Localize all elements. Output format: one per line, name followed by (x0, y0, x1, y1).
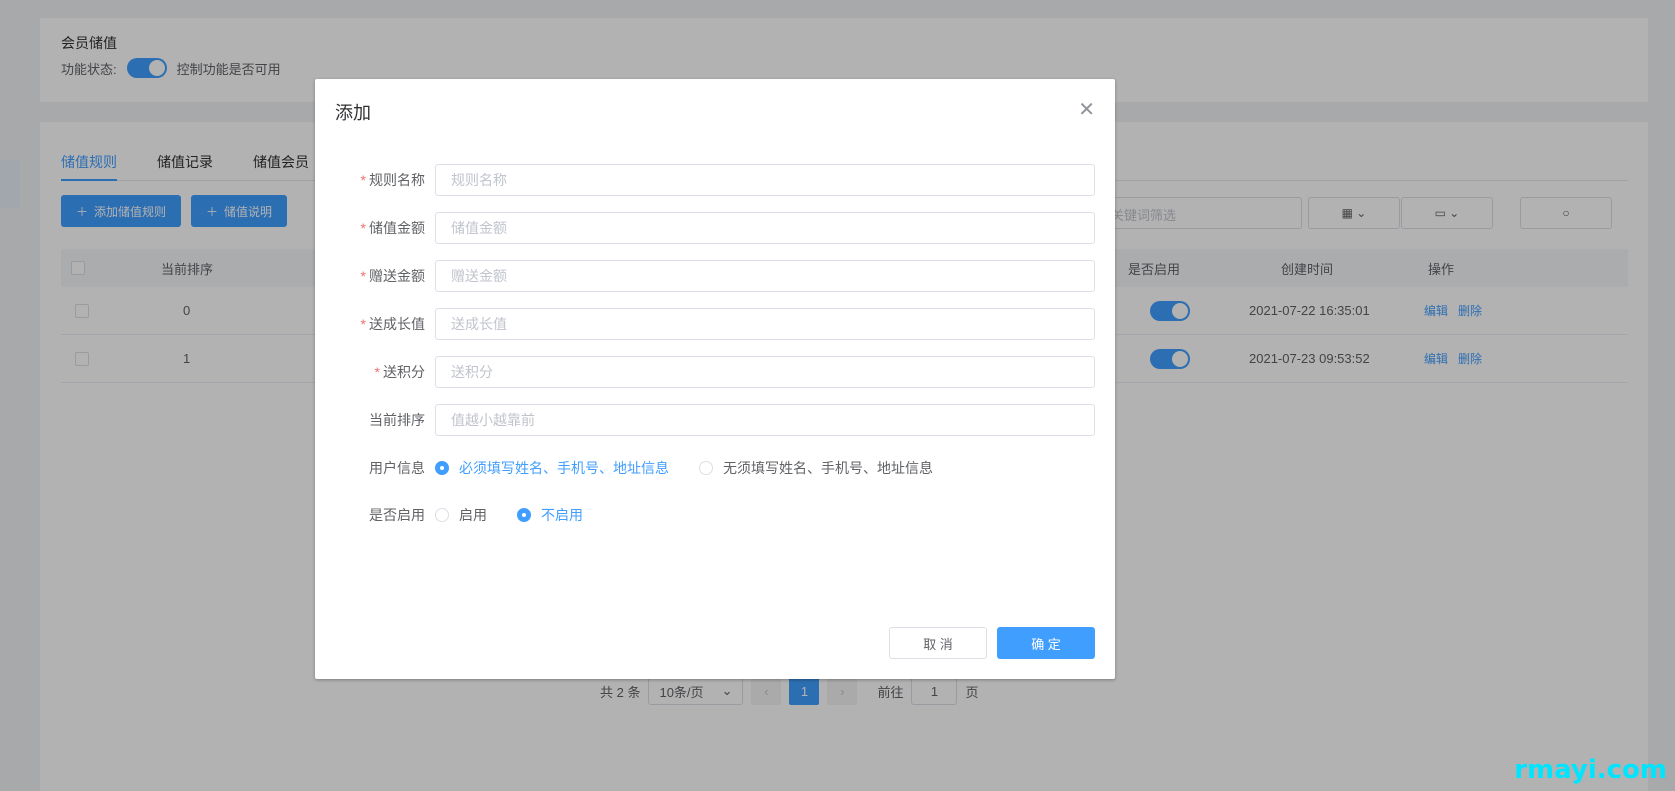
enabled-off-radio[interactable]: 不启用 (517, 505, 583, 525)
form-item-sort: 当前排序 (315, 404, 1115, 436)
user-info-required-radio[interactable]: 必须填写姓名、手机号、地址信息 (435, 458, 669, 478)
recharge-amount-label: * 储值金额 (360, 220, 425, 236)
form-item-points: * 送积分 (315, 356, 1115, 388)
radio-label: 不启用 (541, 507, 583, 523)
growth-value-label: * 送成长值 (360, 316, 425, 332)
required-mark: * (360, 268, 366, 284)
sort-label: 当前排序 (369, 412, 425, 428)
dialog-footer: 取 消 确 定 (889, 627, 1095, 659)
user-info-label: 用户信息 (369, 460, 425, 476)
user-info-radio-group: 必须填写姓名、手机号、地址信息 无须填写姓名、手机号、地址信息 (435, 452, 963, 484)
required-mark: * (374, 364, 380, 380)
radio-label: 无须填写姓名、手机号、地址信息 (723, 460, 933, 476)
user-info-optional-radio[interactable]: 无须填写姓名、手机号、地址信息 (699, 458, 933, 478)
enabled-label: 是否启用 (369, 507, 425, 523)
rule-name-label: * 规则名称 (360, 172, 425, 188)
radio-unchecked-icon (435, 508, 449, 522)
bonus-amount-label: * 赠送金额 (360, 268, 425, 284)
radio-unchecked-icon (699, 461, 713, 475)
form-item-recharge-amount: * 储值金额 (315, 212, 1115, 244)
required-mark: * (360, 172, 366, 188)
watermark-text: rmayi.com (1514, 755, 1667, 785)
cancel-button[interactable]: 取 消 (889, 627, 987, 659)
form-item-user-info: 用户信息 必须填写姓名、手机号、地址信息 无须填写姓名、手机号、地址信息 (315, 452, 1115, 484)
add-rule-dialog: 添加 ✕ *规则名称 *储值金额 *赠送金额 *送成长值 *送积分 当前排序 用… (315, 79, 1115, 679)
form-item-rule-name: * 规则名称 (315, 164, 1115, 196)
confirm-button[interactable]: 确 定 (997, 627, 1095, 659)
radio-label: 启用 (459, 507, 487, 523)
growth-value-input[interactable] (435, 308, 1095, 340)
radio-checked-icon (517, 508, 531, 522)
form-item-bonus-amount: * 赠送金额 (315, 260, 1115, 292)
radio-checked-icon (435, 461, 449, 475)
required-mark: * (360, 220, 366, 236)
dialog-title: 添加 (335, 103, 371, 123)
enabled-on-radio[interactable]: 启用 (435, 505, 487, 525)
close-icon[interactable]: ✕ (1078, 97, 1095, 122)
enabled-radio-group: 启用 不启用 (435, 499, 613, 531)
rule-name-input[interactable] (435, 164, 1095, 196)
points-input[interactable] (435, 356, 1095, 388)
bonus-amount-input[interactable] (435, 260, 1095, 292)
form-item-growth-value: * 送成长值 (315, 308, 1115, 340)
sort-input[interactable] (435, 404, 1095, 436)
required-mark: * (360, 316, 366, 332)
form-item-enabled: 是否启用 启用 不启用 (315, 499, 1115, 531)
recharge-amount-input[interactable] (435, 212, 1095, 244)
radio-label: 必须填写姓名、手机号、地址信息 (459, 460, 669, 476)
points-label: * 送积分 (374, 364, 425, 380)
